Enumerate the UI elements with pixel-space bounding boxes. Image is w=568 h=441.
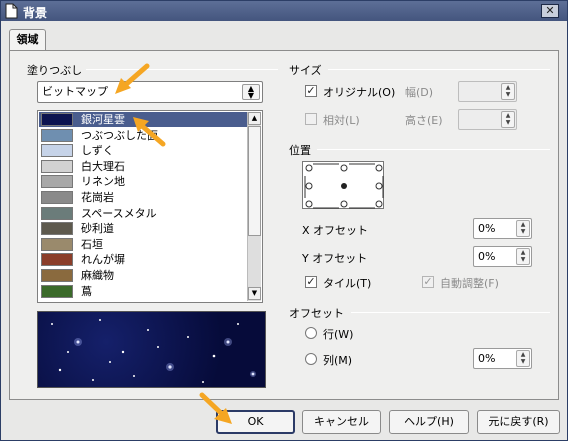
spin-arrows-icon: ▲ ▼: [501, 83, 515, 100]
tile-label: タイル(T): [323, 277, 372, 290]
reset-button[interactable]: 元に戻す(R): [477, 410, 560, 434]
original-checkbox[interactable]: ✓: [305, 85, 317, 97]
bitmap-swatch: [41, 237, 73, 251]
row-label: 行(W): [323, 328, 354, 341]
fill-group-label: 塗りつぶし: [27, 64, 83, 77]
annotation-arrow-icon: [133, 117, 166, 147]
list-item-label: 蔦: [81, 284, 92, 298]
list-item[interactable]: 蔦: [39, 284, 247, 299]
list-item[interactable]: 麻織物: [39, 268, 247, 283]
list-item-label: 砂利道: [81, 222, 114, 236]
list-item-label: リネン地: [81, 175, 125, 189]
tile-checkbox[interactable]: ✓: [305, 276, 317, 288]
width-spinbox[interactable]: ▲ ▼: [458, 81, 517, 102]
height-label: 高さ(E): [405, 114, 443, 127]
list-item[interactable]: スペースメタル: [39, 206, 247, 221]
annotation-arrow-icon: [199, 392, 232, 424]
document-icon: [5, 3, 18, 19]
spin-arrows-icon: ▲ ▼: [501, 111, 515, 128]
title-bar: 背景 ✕: [1, 1, 567, 21]
list-item-label: 麻織物: [81, 269, 114, 282]
scroll-thumb[interactable]: [248, 126, 261, 236]
autofit-checkbox[interactable]: ✓: [422, 276, 434, 288]
scrollbar[interactable]: ▲ ▼: [247, 112, 261, 301]
x-offset-spinbox[interactable]: 0% ▲ ▼: [473, 218, 532, 239]
offset-spinbox[interactable]: 0% ▲ ▼: [473, 348, 532, 369]
x-offset-label: X オフセット: [302, 224, 369, 237]
height-spinbox[interactable]: ▲ ▼: [458, 109, 517, 130]
relative-label: 相対(L): [323, 114, 360, 127]
offset-group-label: オフセット: [289, 307, 344, 320]
bitmap-preview: [37, 311, 266, 388]
close-button[interactable]: ✕: [541, 4, 559, 18]
y-offset-value: 0%: [478, 250, 496, 263]
size-separator: [328, 69, 550, 70]
window-title: 背景: [23, 6, 48, 20]
x-offset-value: 0%: [478, 222, 496, 235]
spin-arrows-icon: ▲ ▼: [516, 350, 530, 367]
bitmap-swatch: [41, 222, 73, 236]
bitmap-swatch: [41, 206, 73, 220]
spin-arrows-icon: ▲ ▼: [516, 220, 530, 237]
galaxy-preview-image: [51, 319, 256, 383]
autofit-label: 自動調整(F): [440, 277, 499, 290]
list-item[interactable]: 白大理石: [39, 159, 247, 174]
bitmap-swatch: [41, 144, 73, 158]
list-item[interactable]: れんが塀: [39, 252, 247, 267]
list-item-label: 石垣: [81, 237, 103, 251]
bitmap-swatch: [41, 128, 73, 142]
chevron-updown-icon: ▲ ▼: [242, 84, 260, 100]
list-item[interactable]: 花崗岩: [39, 190, 247, 205]
offset-separator: [351, 312, 550, 313]
bitmap-swatch: [41, 113, 73, 126]
y-offset-label: Y オフセット: [302, 252, 368, 265]
y-offset-spinbox[interactable]: 0% ▲ ▼: [473, 246, 532, 267]
bitmap-swatch: [41, 159, 73, 173]
list-item-label: 花崗岩: [81, 191, 114, 204]
scroll-up-button[interactable]: ▲: [248, 112, 261, 125]
offset-value: 0%: [478, 352, 496, 365]
list-item-label: 白大理石: [81, 159, 125, 173]
position-separator: [317, 149, 550, 150]
width-label: 幅(D): [405, 86, 434, 99]
position-grid[interactable]: [302, 161, 384, 209]
list-item-label: 銀河星雲: [81, 113, 125, 126]
cancel-button[interactable]: キャンセル: [302, 410, 381, 434]
position-group-label: 位置: [289, 144, 311, 157]
list-item[interactable]: 石垣: [39, 237, 247, 252]
bitmap-swatch: [41, 175, 73, 189]
row-radio[interactable]: [305, 327, 317, 339]
list-item-label: れんが塀: [81, 253, 125, 267]
column-label: 列(M): [323, 354, 353, 367]
bitmap-swatch: [41, 253, 73, 267]
bitmap-swatch: [41, 269, 73, 282]
column-radio[interactable]: [305, 353, 317, 365]
help-button[interactable]: ヘルプ(H): [389, 410, 469, 434]
spin-arrows-icon: ▲ ▼: [516, 248, 530, 265]
list-item-label: スペースメタル: [81, 206, 157, 220]
fill-type-value: ビットマップ: [42, 85, 108, 98]
original-label: オリジナル(O): [323, 86, 396, 99]
tab-area[interactable]: 領域: [9, 29, 46, 51]
list-item-label: しずく: [81, 144, 114, 158]
annotation-arrow-icon: [115, 63, 150, 94]
bitmap-swatch: [41, 191, 73, 204]
scroll-down-button[interactable]: ▼: [248, 287, 261, 300]
bitmap-swatch: [41, 284, 73, 298]
list-item[interactable]: リネン地: [39, 174, 247, 189]
position-grid-drawing: [304, 163, 384, 209]
background-dialog: 背景 ✕ 領域 塗りつぶし ビットマップ ▲ ▼ 銀河星雲 つぶつぶした面 しずく 白大…: [0, 0, 568, 441]
size-group-label: サイズ: [289, 64, 322, 77]
list-item[interactable]: 砂利道: [39, 221, 247, 236]
relative-checkbox[interactable]: [305, 113, 317, 125]
